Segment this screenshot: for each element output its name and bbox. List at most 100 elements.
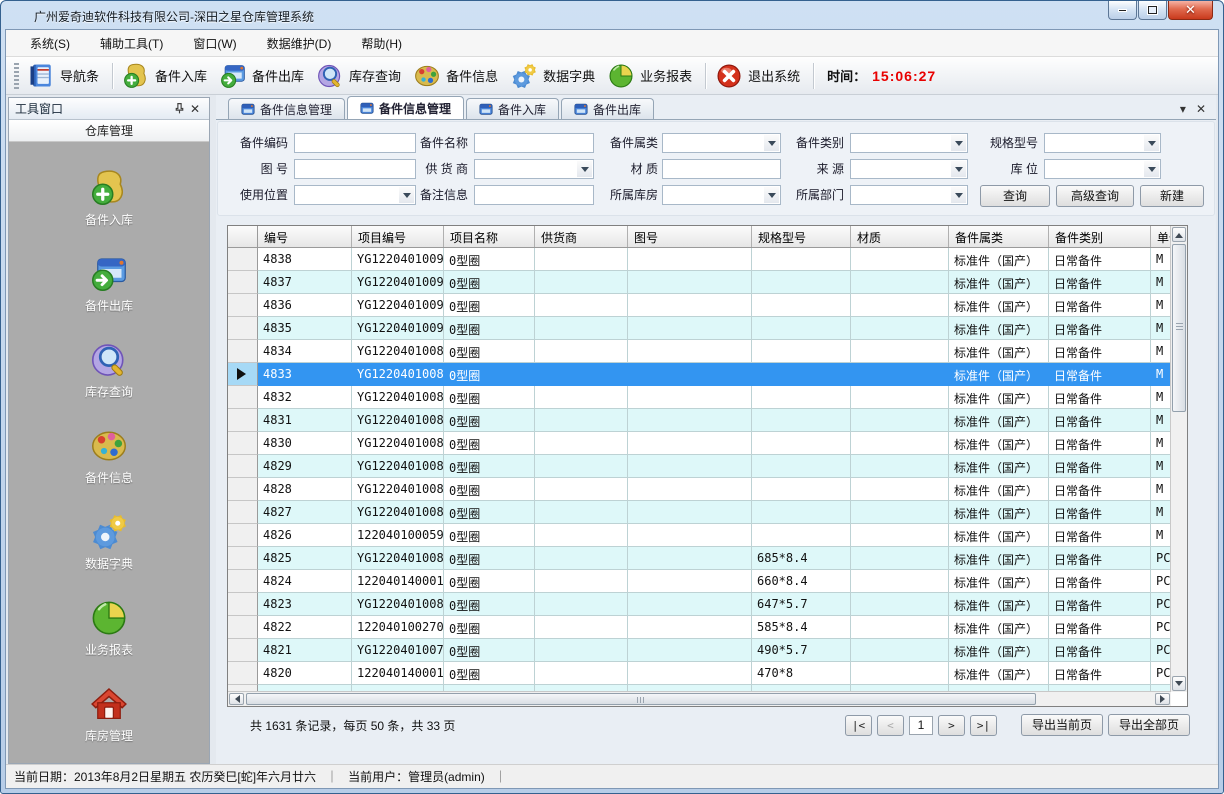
advanced-query-button[interactable]: 高级查询 [1056,185,1134,207]
table-row-8[interactable]: 4830YG122040100850型圈标准件（国产）日常备件M [228,432,1171,455]
menu-item-2[interactable]: 窗口(W) [181,31,248,56]
tab-2[interactable]: 备件入库 [466,98,559,119]
export-current-page-button[interactable]: 导出当前页 [1021,714,1103,736]
column-header-8[interactable]: 备件属类 [949,226,1049,247]
prev-page-button[interactable]: < [877,715,904,736]
row-indicator[interactable] [228,340,258,363]
page-number-input[interactable]: 1 [909,716,933,735]
toolbar-button-6[interactable]: 业务报表 [603,59,700,93]
field-combo-12[interactable] [662,185,781,205]
row-indicator[interactable] [228,432,258,455]
sidebar-item-4[interactable]: 数据字典 [9,512,209,572]
query-button[interactable]: 查询 [980,185,1050,207]
field-combo-10[interactable] [294,185,416,205]
row-indicator[interactable] [228,386,258,409]
chevron-down-icon[interactable] [577,161,592,177]
vertical-scrollbar[interactable] [1170,226,1187,692]
chevron-down-icon[interactable] [764,187,779,203]
new-button[interactable]: 新建 [1140,185,1204,207]
tab-close-icon[interactable]: ✕ [1196,103,1206,115]
row-indicator[interactable] [228,294,258,317]
row-indicator[interactable] [228,271,258,294]
chevron-down-icon[interactable] [399,187,414,203]
maximize-button[interactable] [1138,1,1167,20]
row-indicator[interactable] [228,616,258,639]
chevron-down-icon[interactable] [951,161,966,177]
row-indicator[interactable] [228,547,258,570]
table-row-6[interactable]: 4832YG122040100870型圈标准件（国产）日常备件M [228,386,1171,409]
sidebar-item-2[interactable]: 库存查询 [9,340,209,400]
menu-item-0[interactable]: 系统(S) [18,31,82,56]
scroll-up-icon[interactable] [1172,227,1186,242]
chevron-down-icon[interactable] [1144,161,1159,177]
field-combo-9[interactable] [1044,159,1161,179]
tab-0[interactable]: 备件信息管理 [228,98,345,119]
table-row-1[interactable]: 4837YG122040100920型圈标准件（国产）日常备件M [228,271,1171,294]
scroll-down-icon[interactable] [1172,676,1186,691]
table-row-10[interactable]: 4828YG122040100830型圈标准件（国产）日常备件M [228,478,1171,501]
row-indicator[interactable] [228,639,258,662]
table-row-14[interactable]: 482412204014000120型圈660*8.4标准件（国产）日常备件PC [228,570,1171,593]
row-indicator[interactable] [228,409,258,432]
chevron-down-icon[interactable] [951,135,966,151]
table-row-9[interactable]: 4829YG122040100840型圈标准件（国产）日常备件M [228,455,1171,478]
horizontal-scrollbar-thumb[interactable] [246,693,1036,705]
row-indicator[interactable] [228,570,258,593]
tab-1[interactable]: 备件信息管理 [347,96,464,119]
row-indicator[interactable] [228,317,258,340]
column-header-1[interactable]: 编号 [258,226,352,247]
column-header-5[interactable]: 图号 [628,226,752,247]
field-combo-13[interactable] [850,185,968,205]
column-header-10[interactable]: 单位 [1151,226,1171,247]
field-input-1[interactable] [474,133,594,153]
next-page-button[interactable]: > [938,715,965,736]
table-row-16[interactable]: 482212204010027000型圈585*8.4标准件（国产）日常备件PC [228,616,1171,639]
row-indicator[interactable] [228,593,258,616]
row-indicator[interactable] [228,478,258,501]
table-row-2[interactable]: 4836YG122040100910型圈标准件（国产）日常备件M [228,294,1171,317]
field-combo-8[interactable] [850,159,968,179]
field-combo-6[interactable] [474,159,594,179]
minimize-button[interactable] [1108,1,1137,20]
field-input-5[interactable] [294,159,416,179]
toolbar-grip[interactable] [14,63,19,89]
row-indicator[interactable] [228,501,258,524]
table-row-11[interactable]: 4827YG122040100820型圈标准件（国产）日常备件M [228,501,1171,524]
toolbar-button-3[interactable]: 库存查询 [312,59,409,93]
column-header-9[interactable]: 备件类别 [1049,226,1151,247]
field-combo-3[interactable] [850,133,968,153]
field-input-0[interactable] [294,133,416,153]
column-header-3[interactable]: 项目名称 [444,226,535,247]
toolbar-button-5[interactable]: 数据字典 [506,59,603,93]
sidebar-group-header[interactable]: 仓库管理 [9,120,209,142]
row-indicator[interactable] [228,524,258,547]
field-combo-2[interactable] [662,133,781,153]
field-input-7[interactable] [662,159,781,179]
sidebar-item-1[interactable]: 备件出库 [9,254,209,314]
horizontal-scrollbar[interactable] [228,691,1171,706]
column-header-7[interactable]: 材质 [851,226,949,247]
vertical-scrollbar-thumb[interactable] [1172,244,1186,412]
toolbar-button-2[interactable]: 备件出库 [215,59,312,93]
toolbar-button-1[interactable]: 备件入库 [118,59,215,93]
table-row-18[interactable]: 482012204014000130型圈470*8标准件（国产）日常备件PC [228,662,1171,685]
sidebar-item-5[interactable]: 业务报表 [9,598,209,658]
tab-3[interactable]: 备件出库 [561,98,654,119]
table-row-7[interactable]: 4831YG122040100860型圈标准件（国产）日常备件M [228,409,1171,432]
column-header-4[interactable]: 供货商 [535,226,628,247]
table-row-4[interactable]: 4834YG122040100890型圈标准件（国产）日常备件M [228,340,1171,363]
table-row-0[interactable]: 4838YG122040100930型圈标准件（国产）日常备件M [228,248,1171,271]
column-header-6[interactable]: 规格型号 [752,226,851,247]
chevron-down-icon[interactable] [1144,135,1159,151]
menu-item-3[interactable]: 数据维护(D) [255,31,344,56]
table-row-12[interactable]: 482612204010005990型圈标准件（国产）日常备件M [228,524,1171,547]
sidebar-item-3[interactable]: 备件信息 [9,426,209,486]
tool-window-close-icon[interactable]: ✕ [187,101,203,117]
scroll-right-icon[interactable] [1155,693,1170,705]
row-indicator[interactable] [228,363,258,386]
row-indicator[interactable] [228,662,258,685]
table-row-5[interactable]: 4833YG122040100880型圈标准件（国产）日常备件M [228,363,1171,386]
field-input-11[interactable] [474,185,594,205]
chevron-down-icon[interactable] [764,135,779,151]
sidebar-item-0[interactable]: 备件入库 [9,168,209,228]
